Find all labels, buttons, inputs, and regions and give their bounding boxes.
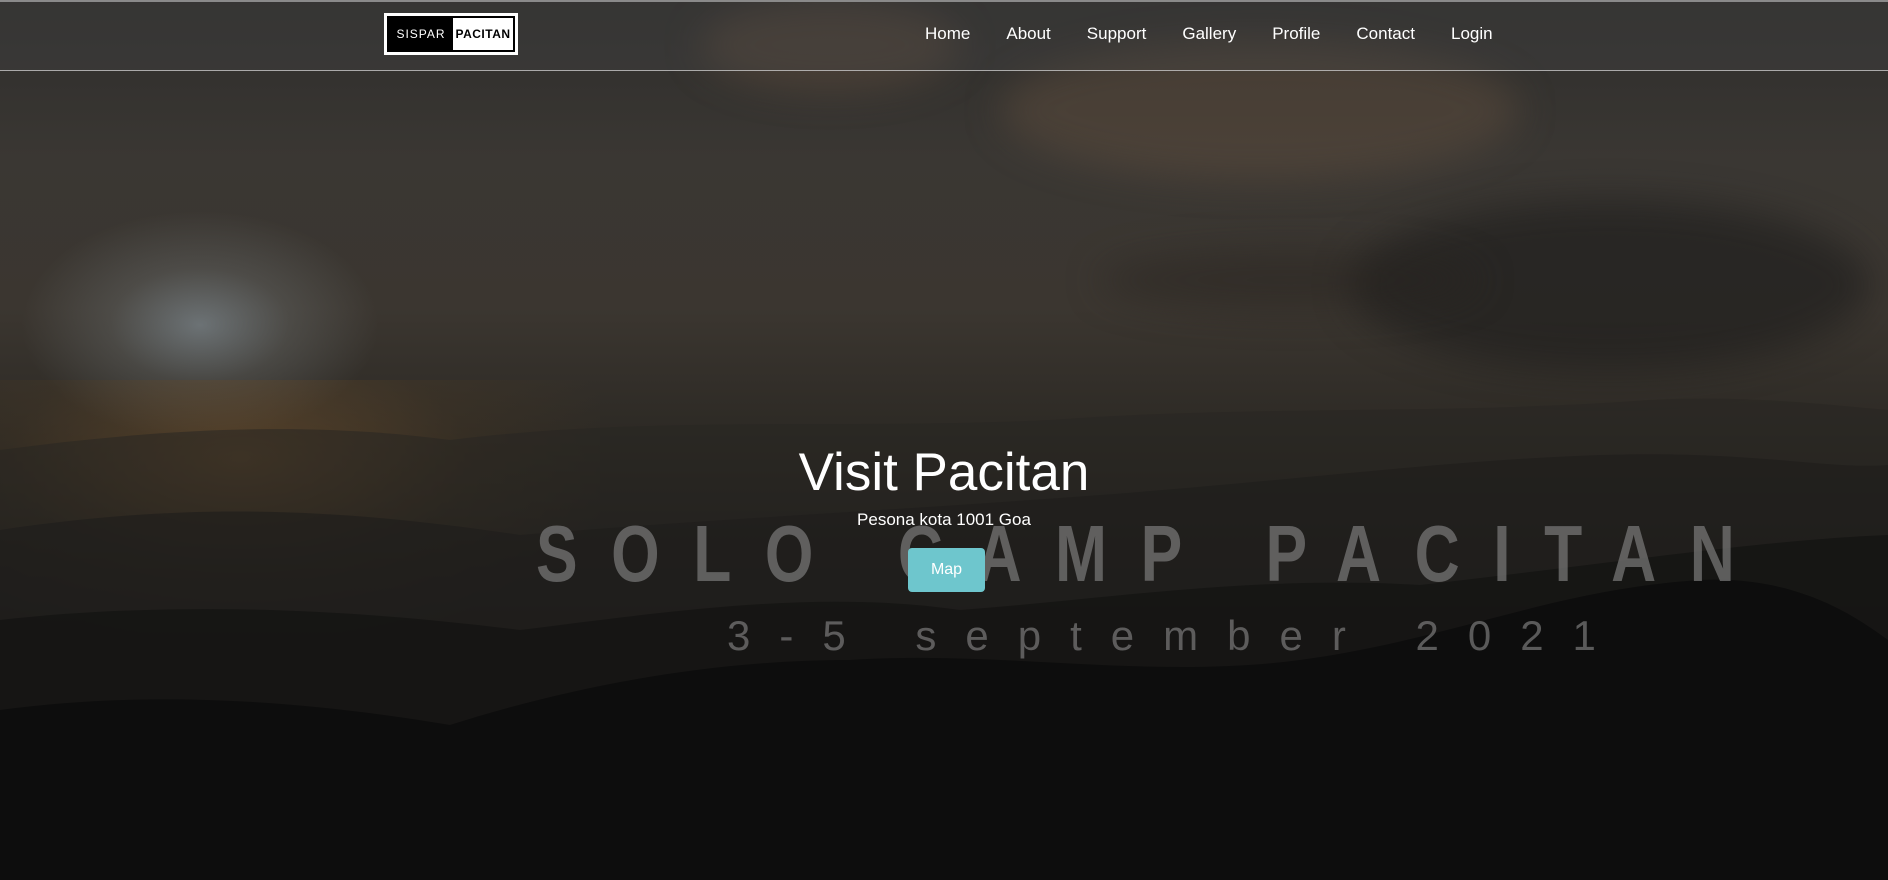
map-button[interactable]: Map [908, 548, 985, 592]
hero-subtitle: Pesona kota 1001 Goa [857, 510, 1031, 529]
nav-contact[interactable]: Contact [1356, 24, 1415, 44]
nav-profile[interactable]: Profile [1272, 24, 1320, 44]
nav-links: Home About Support Gallery Profile Conta… [925, 24, 1493, 44]
nav-about[interactable]: About [1006, 24, 1050, 44]
logo-right-text: PACITAN [453, 18, 513, 50]
watermark-date: 3-5 september 2021 [727, 612, 1625, 659]
nav-home[interactable]: Home [925, 24, 970, 44]
nav-support[interactable]: Support [1087, 24, 1147, 44]
site-logo[interactable]: SISPAR PACITAN [384, 13, 518, 55]
logo-left-text: SISPAR [389, 18, 453, 50]
hero-title: Visit Pacitan [798, 443, 1090, 502]
cloud [1100, 250, 1480, 310]
hero-section: SOLO CAMP PACITAN 3-5 september 2021 SIS… [0, 0, 1888, 880]
navbar: SISPAR PACITAN Home About Support Galler… [0, 2, 1888, 71]
nav-gallery[interactable]: Gallery [1182, 24, 1236, 44]
nav-login[interactable]: Login [1451, 24, 1493, 44]
logo-frame: SISPAR PACITAN [387, 16, 515, 52]
